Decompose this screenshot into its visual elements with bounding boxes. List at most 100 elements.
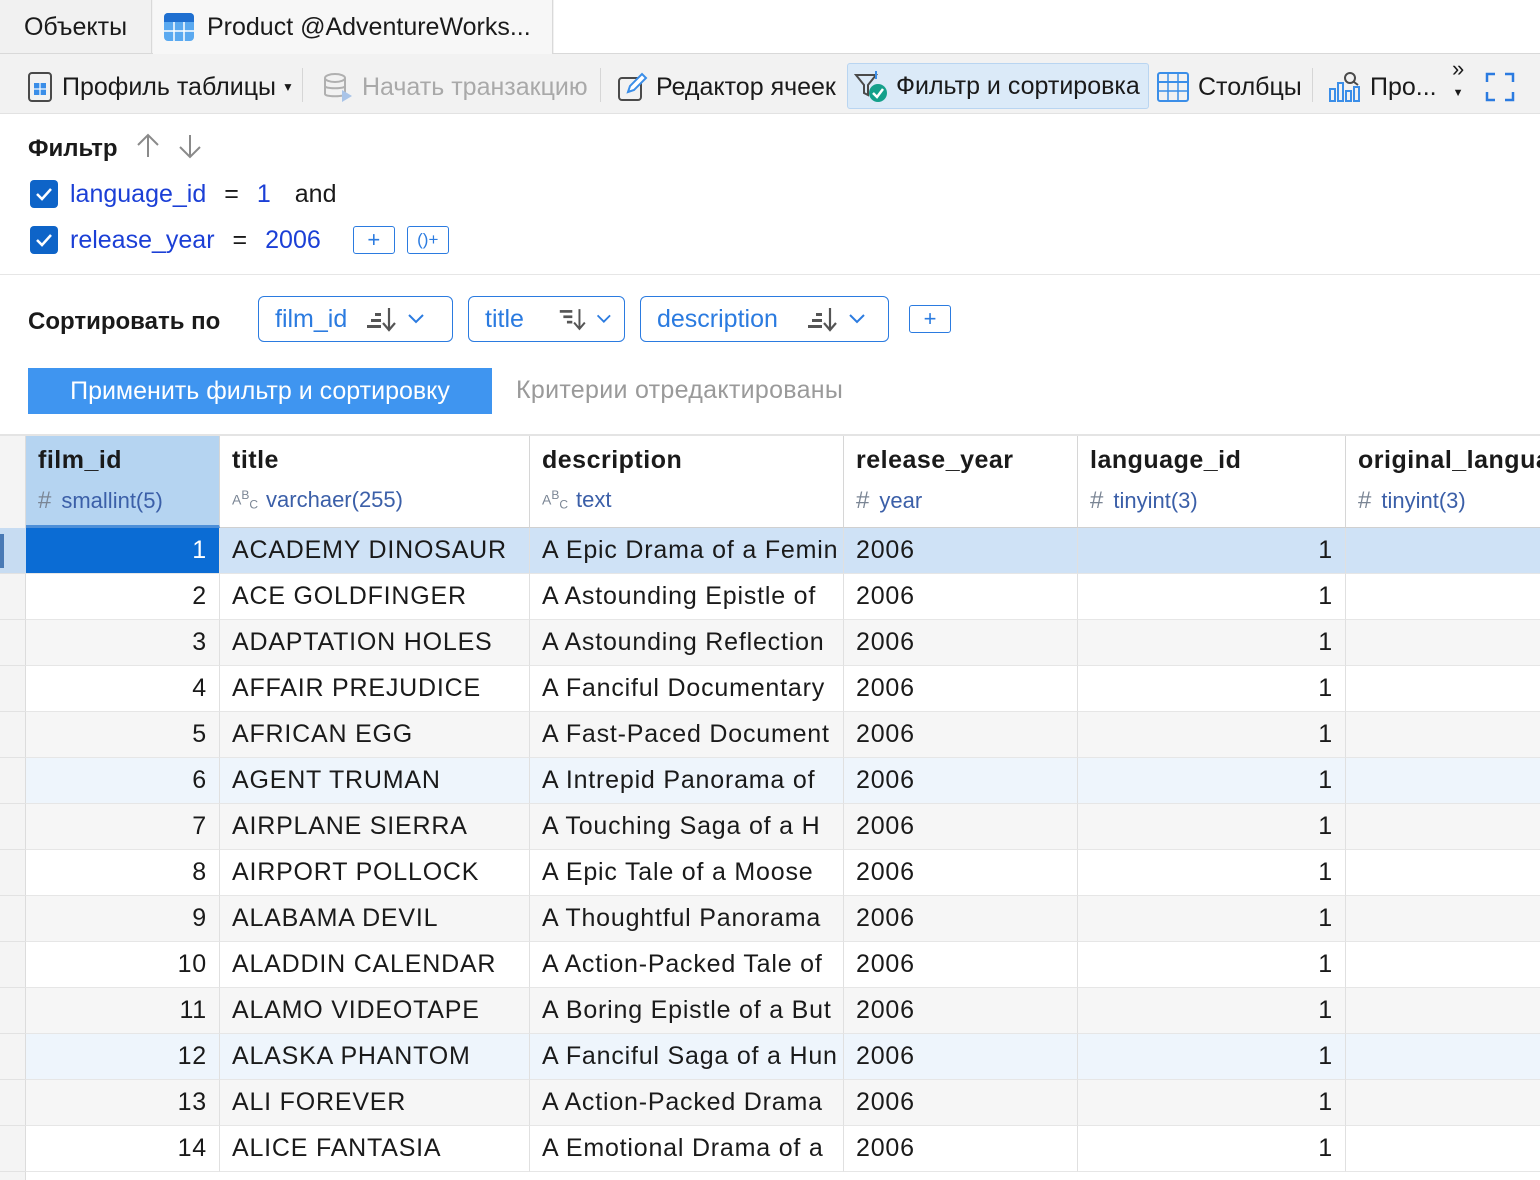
cell-film-id[interactable]: 10 <box>26 942 220 988</box>
row-handle[interactable] <box>0 758 26 804</box>
cell-release-year[interactable]: 2006 <box>844 942 1078 988</box>
cell-original-language-id[interactable] <box>1346 850 1540 896</box>
toolbar-overflow-button[interactable]: » ▼ <box>1452 58 1464 106</box>
cell-release-year[interactable]: 2006 <box>844 666 1078 712</box>
move-up-button[interactable] <box>134 131 162 161</box>
cell-release-year[interactable]: 2006 <box>844 804 1078 850</box>
cell-description[interactable]: A Action-Packed Tale of <box>530 942 844 988</box>
cell-language-id[interactable]: 1 <box>1078 988 1346 1034</box>
cell-release-year[interactable]: 2006 <box>844 528 1078 574</box>
cell-description[interactable]: A Fast-Paced Document <box>530 712 844 758</box>
cell-release-year[interactable]: 2006 <box>844 620 1078 666</box>
cell-editor-button[interactable]: Редактор ячеек <box>616 64 836 110</box>
column-header[interactable]: description ABC text <box>530 436 844 528</box>
condition-column[interactable]: release_year <box>70 226 215 255</box>
cell-language-id[interactable]: 1 <box>1078 896 1346 942</box>
cell-film-id[interactable]: 12 <box>26 1034 220 1080</box>
cell-language-id[interactable]: 1 <box>1078 942 1346 988</box>
cell-film-id[interactable]: 8 <box>26 850 220 896</box>
cell-language-id[interactable]: 1 <box>1078 574 1346 620</box>
cell-film-id[interactable]: 7 <box>26 804 220 850</box>
cell-title[interactable]: AIRPORT POLLOCK <box>220 850 530 896</box>
cell-film-id[interactable]: 4 <box>26 666 220 712</box>
row-handle[interactable] <box>0 712 26 758</box>
cell-film-id[interactable]: 3 <box>26 620 220 666</box>
row-handle[interactable] <box>0 528 26 574</box>
condition-operator[interactable]: = <box>224 180 239 209</box>
cell-release-year[interactable]: 2006 <box>844 850 1078 896</box>
cell-title[interactable]: ALASKA PHANTOM <box>220 1034 530 1080</box>
cell-language-id[interactable]: 1 <box>1078 1034 1346 1080</box>
table-row[interactable]: 5 AFRICAN EGG A Fast-Paced Document 2006 1 <box>26 712 1540 758</box>
cell-original-language-id[interactable] <box>1346 712 1540 758</box>
row-handle[interactable] <box>0 666 26 712</box>
column-header[interactable]: release_year # year <box>844 436 1078 528</box>
table-row[interactable]: 10 ALADDIN CALENDAR A Action-Packed Tale o… <box>26 942 1540 988</box>
columns-button[interactable]: Столбцы <box>1156 64 1302 110</box>
row-handle[interactable] <box>0 620 26 666</box>
cell-film-id[interactable]: 13 <box>26 1080 220 1126</box>
cell-description[interactable]: A Touching Saga of a H <box>530 804 844 850</box>
cell-description[interactable]: A Emotional Drama of a <box>530 1126 844 1172</box>
cell-release-year[interactable]: 2006 <box>844 758 1078 804</box>
table-row[interactable]: 7 AIRPLANE SIERRA A Touching Saga of a H 20… <box>26 804 1540 850</box>
row-handle[interactable] <box>0 574 26 620</box>
cell-original-language-id[interactable] <box>1346 666 1540 712</box>
cell-language-id[interactable]: 1 <box>1078 528 1346 574</box>
cell-description[interactable]: A Epic Drama of a Femin <box>530 528 844 574</box>
cell-language-id[interactable]: 1 <box>1078 804 1346 850</box>
begin-transaction-button[interactable]: Начать транзакцию <box>322 64 588 110</box>
add-condition-button[interactable]: + <box>352 226 395 254</box>
cell-original-language-id[interactable] <box>1346 804 1540 850</box>
cell-original-language-id[interactable] <box>1346 896 1540 942</box>
cell-film-id[interactable]: 11 <box>26 988 220 1034</box>
cell-film-id[interactable]: 5 <box>26 712 220 758</box>
table-row[interactable]: 9 ALABAMA DEVIL A Thoughtful Panorama 2006 1 <box>26 896 1540 942</box>
cell-release-year[interactable]: 2006 <box>844 712 1078 758</box>
profile-button[interactable]: Про... <box>1328 64 1437 110</box>
apply-filter-sort-button[interactable]: Применить фильтр и сортировку <box>28 368 492 414</box>
table-profile-button[interactable]: Профиль таблицы ▼ <box>26 64 294 110</box>
row-handle[interactable] <box>0 1126 26 1172</box>
row-handle[interactable] <box>0 988 26 1034</box>
table-row[interactable]: 12 ALASKA PHANTOM A Fanciful Saga of a Hun… <box>26 1034 1540 1080</box>
cell-original-language-id[interactable] <box>1346 1034 1540 1080</box>
table-row[interactable]: 2 ACE GOLDFINGER A Astounding Epistle of 20… <box>26 574 1540 620</box>
move-down-button[interactable] <box>176 131 204 161</box>
condition-checkbox[interactable] <box>30 226 58 254</box>
cell-original-language-id[interactable] <box>1346 758 1540 804</box>
cell-language-id[interactable]: 1 <box>1078 758 1346 804</box>
cell-description[interactable]: A Intrepid Panorama of <box>530 758 844 804</box>
table-row[interactable]: 3 ADAPTATION HOLES A Astounding Reflection… <box>26 620 1540 666</box>
column-header[interactable]: film_id # smallint(5) <box>26 436 220 528</box>
cell-film-id[interactable]: 14 <box>26 1126 220 1172</box>
table-row[interactable]: 4 AFFAIR PREJUDICE A Fanciful Documentary 2… <box>26 666 1540 712</box>
cell-language-id[interactable]: 1 <box>1078 666 1346 712</box>
column-header[interactable]: language_id # tinyint(3) <box>1078 436 1346 528</box>
cell-language-id[interactable]: 1 <box>1078 1080 1346 1126</box>
cell-film-id[interactable]: 1 <box>26 528 220 574</box>
fullscreen-button[interactable] <box>1484 64 1524 110</box>
cell-title[interactable]: ALICE FANTASIA <box>220 1126 530 1172</box>
cell-description[interactable]: A Epic Tale of a Moose <box>530 850 844 896</box>
cell-film-id[interactable]: 2 <box>26 574 220 620</box>
table-row[interactable]: 6 AGENT TRUMAN A Intrepid Panorama of 2006 1 <box>26 758 1540 804</box>
column-header[interactable]: title ABC varchaer(255) <box>220 436 530 528</box>
cell-original-language-id[interactable] <box>1346 528 1540 574</box>
cell-language-id[interactable]: 1 <box>1078 620 1346 666</box>
cell-title[interactable]: AFFAIR PREJUDICE <box>220 666 530 712</box>
sort-field-chip[interactable]: description <box>640 296 889 342</box>
cell-title[interactable]: ACE GOLDFINGER <box>220 574 530 620</box>
column-header[interactable]: original_langua # tinyint(3) <box>1346 436 1540 528</box>
cell-release-year[interactable]: 2006 <box>844 988 1078 1034</box>
cell-original-language-id[interactable] <box>1346 942 1540 988</box>
filter-sort-button[interactable]: Фильтр и сортировка <box>847 63 1149 109</box>
cell-title[interactable]: ADAPTATION HOLES <box>220 620 530 666</box>
condition-operator[interactable]: = <box>233 226 248 255</box>
cell-description[interactable]: A Action-Packed Drama <box>530 1080 844 1126</box>
cell-description[interactable]: A Fanciful Documentary <box>530 666 844 712</box>
cell-title[interactable]: ALAMO VIDEOTAPE <box>220 988 530 1034</box>
table-row[interactable]: 13 ALI FOREVER A Action-Packed Drama 2006 1 <box>26 1080 1540 1126</box>
cell-title[interactable]: ALI FOREVER <box>220 1080 530 1126</box>
row-handle[interactable] <box>0 1080 26 1126</box>
